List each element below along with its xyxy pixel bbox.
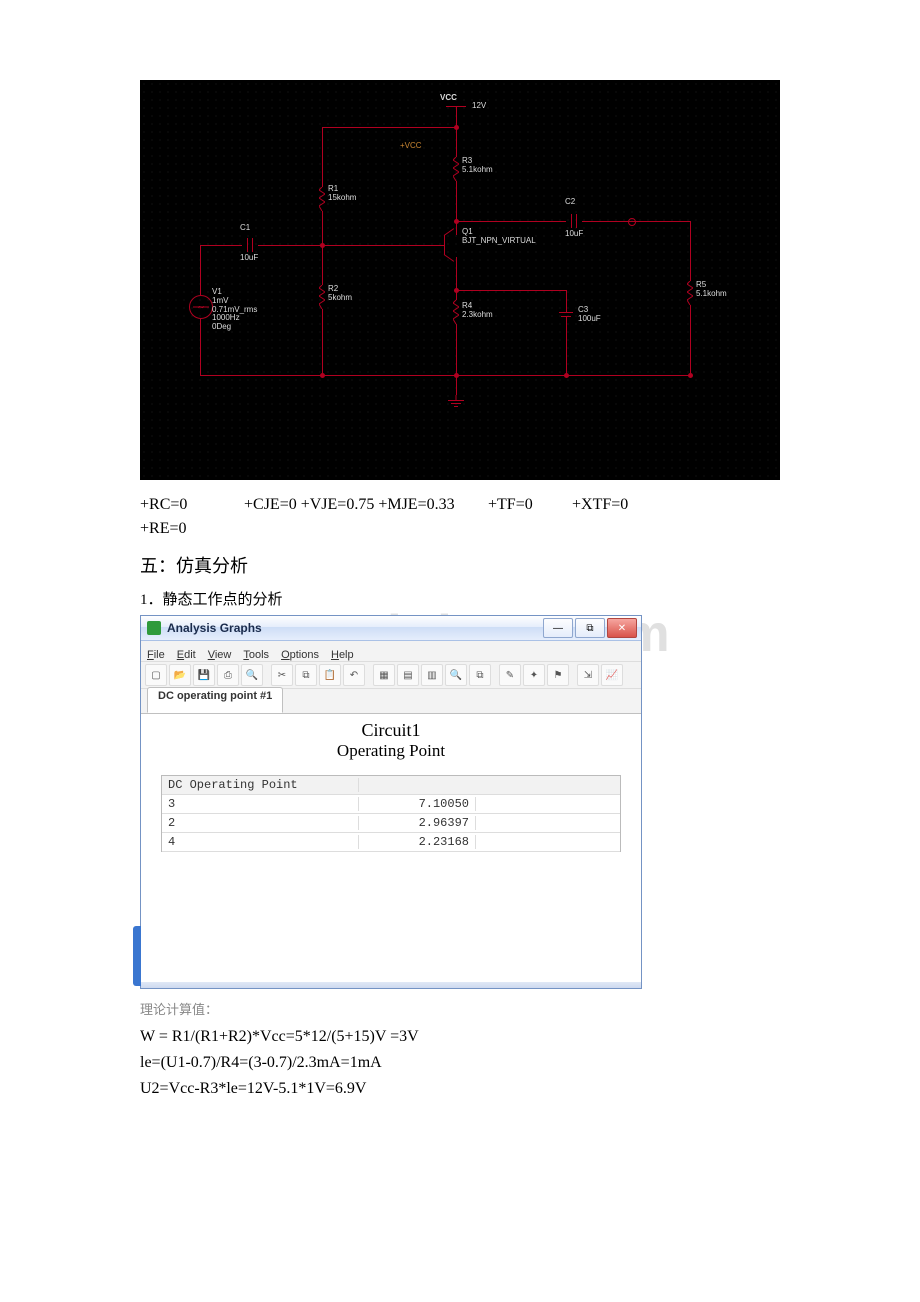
r2-value: 5kohm — [328, 293, 352, 302]
menu-options[interactable]: Options — [281, 649, 319, 661]
dc-op-table: DC Operating Point 3 7.10050 2 2.96397 4… — [161, 775, 621, 852]
undo-icon[interactable]: ↶ — [343, 664, 365, 686]
paste-icon[interactable]: 📋 — [319, 664, 341, 686]
c2-value: 10uF — [565, 229, 583, 238]
r5-value: 5.1kohm — [696, 289, 727, 298]
c3-name: C3 — [578, 305, 588, 314]
c3-value: 100uF — [578, 314, 601, 323]
heading-five: 五：仿真分析 — [140, 552, 780, 578]
table-header: DC Operating Point — [162, 778, 359, 792]
item-1-title: 1．静态工作点的分析 — [140, 588, 780, 609]
marker-icon[interactable]: ✦ — [523, 664, 545, 686]
p-cje-vje-mje: +CJE=0 +VJE=0.75 +MJE=0.33 — [244, 496, 484, 514]
window-title: Analysis Graphs — [167, 621, 262, 635]
value-cell: 7.10050 — [359, 797, 476, 811]
new-icon[interactable]: ▢ — [145, 664, 167, 686]
app-icon — [147, 621, 161, 635]
chart-title: Circuit1 — [141, 714, 641, 741]
formula-3: U2=Vcc-R3*le=12V-5.1*1V=6.9V — [140, 1080, 780, 1098]
node-cell: 4 — [162, 835, 359, 849]
vcc-node-label: +VCC — [400, 141, 422, 150]
r5-name: R5 — [696, 280, 706, 289]
export-icon[interactable]: ⇲ — [577, 664, 599, 686]
p-tf: +TF=0 — [488, 496, 568, 514]
v1-l3: 0Deg — [212, 322, 231, 331]
node-cell: 2 — [162, 816, 359, 830]
print-icon[interactable]: ⎙ — [217, 664, 239, 686]
window-titlebar[interactable]: Analysis Graphs — ⧉ ✕ — [141, 616, 641, 641]
grid3-icon[interactable]: ▥ — [421, 664, 443, 686]
r4-name: R4 — [462, 301, 472, 310]
grid2-icon[interactable]: ▤ — [397, 664, 419, 686]
flag-icon[interactable]: ⚑ — [547, 664, 569, 686]
r4-value: 2.3kohm — [462, 310, 493, 319]
menu-file[interactable]: File — [147, 649, 165, 661]
v1-l0: 1mV — [212, 296, 228, 305]
menu-view[interactable]: View — [208, 649, 232, 661]
theory-caption: 理论计算值： — [140, 999, 780, 1018]
chart-subtitle: Operating Point — [141, 741, 641, 771]
circuit-schematic: VCC 12V R35.1kohm +VCC R115kohm R25kohm — [140, 80, 780, 480]
p-re: +RE=0 — [140, 520, 187, 538]
table-row: 4 2.23168 — [162, 833, 620, 852]
window-body: Circuit1 Operating Point DC Operating Po… — [141, 714, 641, 982]
menu-edit[interactable]: Edit — [177, 649, 196, 661]
v1-name: V1 — [212, 287, 222, 296]
c1-value: 10uF — [240, 253, 258, 262]
v1-l1: 0.71mV_rms — [212, 305, 257, 314]
r3-value: 5.1kohm — [462, 165, 493, 174]
menubar[interactable]: File Edit View Tools Options Help — [141, 641, 641, 662]
q1-value: BJT_NPN_VIRTUAL — [462, 236, 536, 245]
param-row-1: +RC=0 +CJE=0 +VJE=0.75 +MJE=0.33 +TF=0 +… — [140, 496, 780, 514]
maximize-button[interactable]: ⧉ — [575, 618, 605, 638]
formula-2: le=(U1-0.7)/R4=(3-0.7)/2.3mA=1mA — [140, 1054, 780, 1072]
r1-name: R1 — [328, 184, 338, 193]
preview-icon[interactable]: 🔍 — [241, 664, 263, 686]
value-cell: 2.23168 — [359, 835, 476, 849]
value-cell: 2.96397 — [359, 816, 476, 830]
open-icon[interactable]: 📂 — [169, 664, 191, 686]
vcc-name: VCC — [440, 93, 457, 102]
c1-name: C1 — [240, 223, 250, 232]
q1-name: Q1 — [462, 227, 473, 236]
brush-icon[interactable]: ✎ — [499, 664, 521, 686]
r1-value: 15kohm — [328, 193, 356, 202]
side-tab — [133, 926, 141, 986]
cut-icon[interactable]: ✂ — [271, 664, 293, 686]
tab-bar: DC operating point #1 — [141, 689, 641, 714]
param-row-2: +RE=0 — [140, 520, 780, 538]
table-row: 3 7.10050 — [162, 795, 620, 814]
close-button[interactable]: ✕ — [607, 618, 637, 638]
r2-name: R2 — [328, 284, 338, 293]
menu-tools[interactable]: Tools — [243, 649, 269, 661]
toolbar: ▢ 📂 💾 ⎙ 🔍 ✂ ⧉ 📋 ↶ ▦ ▤ ▥ 🔍 ⧉ ✎ ✦ ⚑ ⇲ 📈 — [141, 662, 641, 689]
v1-l2: 1000Hz — [212, 313, 240, 322]
analysis-graphs-window: Analysis Graphs — ⧉ ✕ File Edit View Too… — [140, 615, 642, 989]
menu-help[interactable]: Help — [331, 649, 354, 661]
table-row: 2 2.96397 — [162, 814, 620, 833]
p-rc: +RC=0 — [140, 496, 240, 514]
copy-icon[interactable]: ⧉ — [295, 664, 317, 686]
layers-icon[interactable]: ⧉ — [469, 664, 491, 686]
chart-icon[interactable]: 📈 — [601, 664, 623, 686]
c2-name: C2 — [565, 197, 575, 206]
node-cell: 3 — [162, 797, 359, 811]
r3-name: R3 — [462, 156, 472, 165]
zoom-icon[interactable]: 🔍 — [445, 664, 467, 686]
formula-1: W = R1/(R1+R2)*Vcc=5*12/(5+15)V =3V — [140, 1028, 780, 1046]
grid1-icon[interactable]: ▦ — [373, 664, 395, 686]
status-strip — [141, 982, 641, 988]
vcc-value: 12V — [472, 101, 486, 110]
minimize-button[interactable]: — — [543, 618, 573, 638]
p-xtf: +XTF=0 — [572, 496, 628, 514]
save-icon[interactable]: 💾 — [193, 664, 215, 686]
tab-dc-operating-point[interactable]: DC operating point #1 — [147, 687, 283, 713]
